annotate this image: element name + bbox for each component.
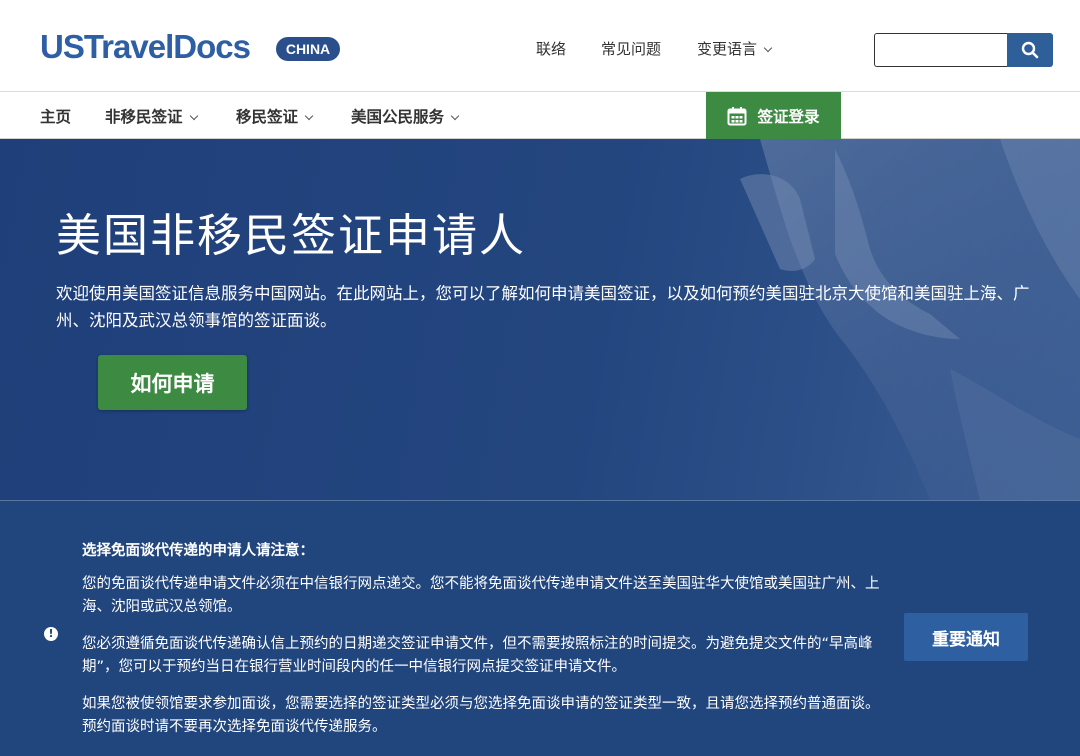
nav-item-citizen-services-label: 美国公民服务	[351, 108, 445, 126]
hero-title: 美国非移民签证申请人	[56, 209, 527, 262]
nav-item-nonimmigrant-label: 非移民签证	[105, 108, 183, 126]
hero-banner: 美国非移民签证申请人 欢迎使用美国签证信息服务中国网站。在此网站上，您可以了解如…	[0, 139, 1080, 500]
search-button[interactable]	[1007, 33, 1053, 67]
important-notice-banner: ! 选择免面谈代传递的申请人请注意： 您的免面谈代传递申请文件必须在中信银行网点…	[0, 500, 1080, 756]
contact-link[interactable]: 联络	[536, 38, 566, 59]
language-dropdown-label: 变更语言	[697, 40, 758, 58]
nav-item-nonimmigrant[interactable]: 非移民签证	[105, 105, 198, 127]
chevron-down-icon	[189, 111, 198, 121]
notice-paragraph-2: 您必须遵循免面谈代传递确认信上预约的日期递交签证申请文件，但不需要按照标注的时间…	[82, 636, 873, 675]
notice-paragraph-1: 您的免面谈代传递申请文件必须在中信银行网点递交。您不能将免面谈代传递申请文件送至…	[82, 576, 880, 615]
nav-item-citizen-services[interactable]: 美国公民服务	[351, 105, 460, 127]
search-input[interactable]	[874, 33, 1007, 67]
nav-item-immigrant[interactable]: 移民签证	[236, 105, 314, 127]
chevron-down-icon	[450, 111, 460, 121]
site-logo[interactable]: USTravelDocs	[40, 28, 251, 66]
nav-item-home-label: 主页	[40, 108, 72, 126]
search-icon	[1021, 41, 1039, 59]
alert-icon: !	[44, 627, 58, 641]
faq-link-label: 常见问题	[601, 40, 662, 58]
faq-link[interactable]: 常见问题	[601, 38, 661, 59]
calendar-icon	[727, 106, 747, 125]
language-dropdown[interactable]: 变更语言	[697, 38, 773, 59]
main-nav: 主页 非移民签证 移民签证 美国公民服务	[0, 92, 1080, 139]
logo-country-badge: CHINA	[276, 37, 340, 61]
how-to-apply-button[interactable]: 如何申请	[98, 355, 247, 410]
chevron-down-icon	[763, 43, 773, 53]
visa-login-label: 签证登录	[757, 107, 820, 126]
nav-item-immigrant-label: 移民签证	[236, 108, 299, 126]
chevron-down-icon	[304, 111, 314, 121]
top-header: USTravelDocs CHINA 联络 常见问题 变更语言	[0, 0, 1080, 92]
notice-paragraph-3: 如果您被使领馆要求参加面谈，您需要选择的签证类型必须与您选择免面谈申请的签证类型…	[82, 696, 880, 735]
contact-link-label: 联络	[536, 40, 567, 58]
visa-login-button[interactable]: 签证登录	[706, 92, 841, 139]
important-notice-button[interactable]: 重要通知	[904, 613, 1028, 661]
nav-item-home[interactable]: 主页	[40, 105, 71, 127]
hero-description: 欢迎使用美国签证信息服务中国网站。在此网站上，您可以了解如何申请美国签证，以及如…	[56, 284, 1030, 330]
notice-heading: 选择免面谈代传递的申请人请注意：	[82, 543, 314, 559]
